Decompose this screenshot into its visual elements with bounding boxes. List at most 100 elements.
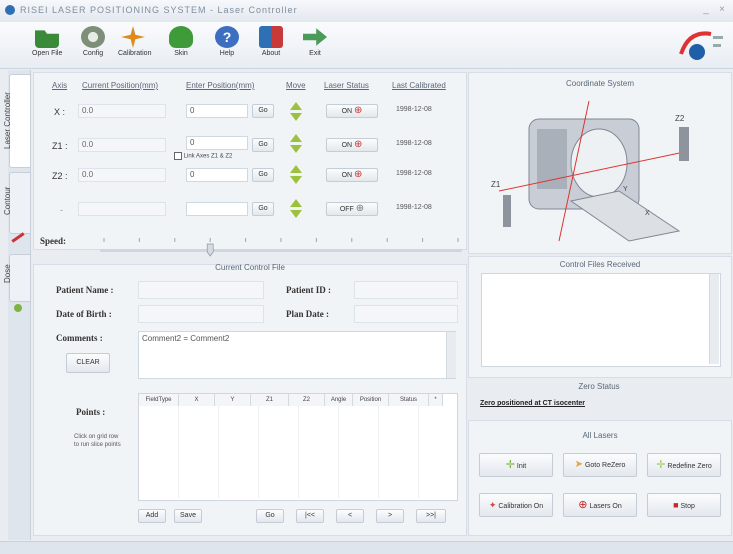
grid-header[interactable]: Angle	[325, 394, 353, 406]
config-button[interactable]: Config	[78, 24, 108, 66]
last-calibrated: 1998-12-08	[396, 140, 432, 147]
checkbox-box[interactable]	[174, 152, 182, 160]
rezero-icon: ➤	[574, 459, 583, 470]
z1-axis-label: Z1	[491, 180, 501, 189]
speed-slider[interactable]	[100, 236, 462, 258]
stop-icon: ■	[673, 500, 679, 510]
status-bar	[0, 541, 733, 554]
skin-icon	[169, 26, 193, 48]
last-calibrated: 1998-12-08	[396, 106, 432, 113]
tab-laser-controller[interactable]: Laser Controller	[3, 74, 31, 168]
header-current-position: Current Position(mm)	[82, 81, 159, 90]
last-calibrated: 1998-12-08	[396, 204, 432, 211]
comments-scrollbar[interactable]	[446, 332, 456, 378]
zero-status-text: Zero positioned at CT isocenter	[480, 400, 586, 407]
grid-header[interactable]: Y	[215, 394, 251, 406]
company-logo	[675, 24, 725, 64]
received-list[interactable]	[481, 273, 721, 367]
current-position-field	[78, 202, 166, 216]
grid-header[interactable]: Position	[353, 394, 389, 406]
header-last-calibrated: Last Calibrated	[392, 81, 446, 90]
speed-slider-thumb[interactable]	[206, 243, 214, 257]
laser-status-button[interactable]: ON ⊕	[326, 138, 378, 152]
enter-position-input[interactable]: 0	[186, 136, 248, 150]
go-button[interactable]: Go	[252, 104, 274, 118]
help-button[interactable]: ? Help	[212, 24, 242, 66]
points-grid[interactable]: FieldType X Y Z1 Z2 Angle Position Statu…	[138, 393, 458, 501]
open-file-button[interactable]: Open File	[32, 24, 62, 66]
all-lasers-title: All Lasers	[582, 431, 618, 440]
go-button[interactable]: Go	[256, 509, 284, 523]
enter-position-input[interactable]	[186, 202, 248, 216]
stop-button[interactable]: ■ Stop	[647, 493, 721, 517]
received-scrollbar[interactable]	[709, 274, 719, 364]
side-tab-strip: Laser Controller Contour Dose	[3, 70, 31, 540]
clear-button[interactable]: CLEAR	[66, 353, 110, 373]
comments-textarea[interactable]: Comment2 = Comment2	[138, 331, 456, 379]
goto-rezero-button[interactable]: ➤ Goto ReZero	[563, 453, 637, 477]
init-button[interactable]: ✛ Init	[479, 453, 553, 477]
grid-header[interactable]: FieldType	[139, 394, 179, 406]
laser-status-button[interactable]: OFF ⊕	[326, 202, 378, 216]
axis-label: Z1 :	[52, 141, 68, 151]
laser-target-icon: ⊕	[355, 203, 365, 214]
about-button[interactable]: About	[256, 24, 286, 66]
control-file-title: Current Control File	[215, 263, 285, 272]
previous-button[interactable]: <	[336, 509, 364, 523]
grid-header[interactable]: Z1	[251, 394, 289, 406]
window-title: RISEI LASER POSITIONING SYSTEM - Laser C…	[20, 5, 298, 15]
lasers-on-button[interactable]: ⊕ Lasers On	[563, 493, 637, 517]
move-arrows-icon[interactable]	[290, 199, 302, 219]
calibration-button[interactable]: Calibration	[118, 24, 151, 66]
open-file-icon	[35, 30, 59, 48]
comments-label: Comments :	[56, 333, 103, 343]
current-position-field: 0.0	[78, 138, 166, 152]
exit-button[interactable]: Exit	[300, 24, 330, 66]
control-file-panel: Current Control File Patient Name : Pati…	[33, 263, 467, 536]
x-axis-label: X	[645, 210, 650, 217]
laser-axis-panel: Axis Current Position(mm) Enter Position…	[33, 72, 467, 250]
logo-icon	[679, 31, 723, 60]
coordinate-system-title: Coordinate System	[565, 79, 635, 88]
save-button[interactable]: Save	[174, 509, 202, 523]
dob-value	[138, 305, 264, 323]
header-axis: Axis	[52, 81, 68, 90]
move-arrows-icon[interactable]	[290, 165, 302, 185]
minimize-button[interactable]: _	[700, 4, 712, 16]
go-button[interactable]: Go	[252, 202, 274, 216]
title-bar: RISEI LASER POSITIONING SYSTEM - Laser C…	[0, 0, 733, 23]
link-axes-checkbox[interactable]: Link Axes Z1 & Z2	[174, 152, 232, 160]
calibration-icon	[121, 26, 145, 48]
next-button[interactable]: >	[376, 509, 404, 523]
laser-status-button[interactable]: ON ⊕	[326, 168, 378, 182]
coordinate-system-panel: Coordinate System Z2 Z1 Y X	[468, 72, 732, 254]
move-arrows-icon[interactable]	[290, 134, 302, 154]
calibration-on-icon: ✦	[488, 500, 497, 510]
toolbar: Open File Config Calibration Skin ? Help…	[0, 22, 733, 69]
laser-status-button[interactable]: ON ⊕	[326, 104, 378, 118]
tab-contour[interactable]: Contour	[3, 172, 31, 234]
last-button[interactable]: >>|	[416, 509, 446, 523]
axis-label: X :	[54, 107, 66, 117]
grid-header[interactable]: Z2	[289, 394, 325, 406]
enter-position-input[interactable]: 0	[186, 168, 248, 182]
redefine-zero-button[interactable]: ✛ Redefine Zero	[647, 453, 721, 477]
header-enter-position: Enter Position(mm)	[186, 81, 255, 90]
calibration-on-button[interactable]: ✦ Calibration On	[479, 493, 553, 517]
go-button[interactable]: Go	[252, 168, 274, 182]
grid-header[interactable]: Status	[389, 394, 429, 406]
plan-date-label: Plan Date :	[286, 309, 329, 319]
first-button[interactable]: |<<	[296, 509, 324, 523]
close-button[interactable]: ×	[716, 4, 728, 16]
tab-dose[interactable]: Dose	[3, 254, 31, 302]
go-button[interactable]: Go	[252, 138, 274, 152]
skin-button[interactable]: Skin	[166, 24, 196, 66]
enter-position-input[interactable]: 0	[186, 104, 248, 118]
move-arrows-icon[interactable]	[290, 102, 302, 122]
grid-header[interactable]: X	[179, 394, 215, 406]
grid-header[interactable]: *	[429, 394, 443, 406]
received-panel: Control Files Received	[468, 256, 732, 378]
add-button[interactable]: Add	[138, 509, 166, 523]
grid-body[interactable]	[139, 406, 455, 498]
points-hint: Click on grid row to run slice points	[74, 434, 121, 448]
